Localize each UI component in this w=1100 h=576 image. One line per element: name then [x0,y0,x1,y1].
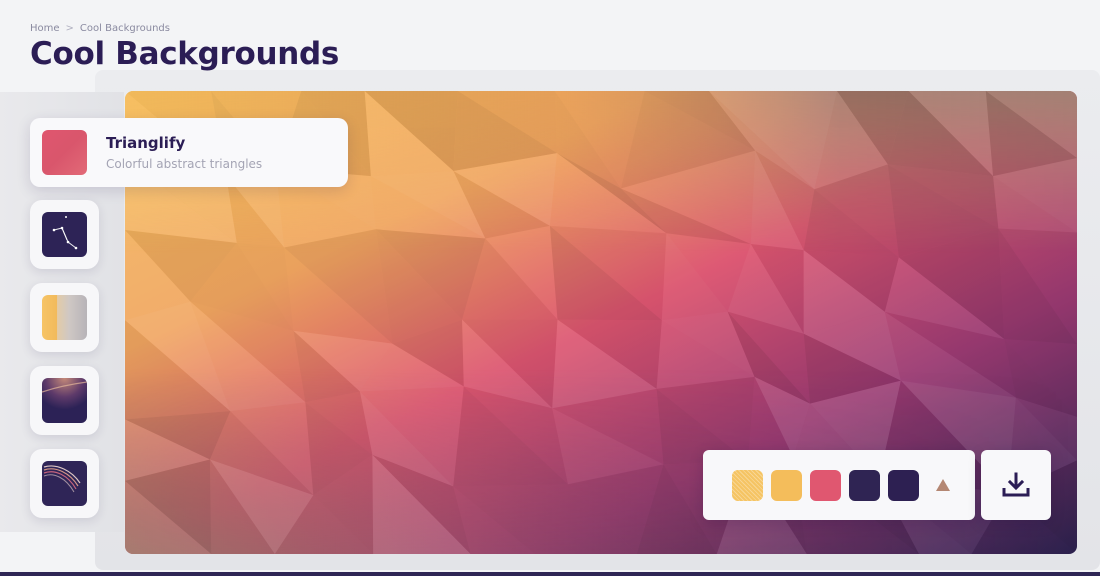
color-chip-5[interactable] [888,469,919,501]
trianglify-swatch-icon [42,130,87,175]
breadcrumb-current: Cool Backgrounds [79,23,170,34]
palette-panel [703,450,975,520]
breadcrumb-separator: > [65,23,74,34]
color-chip-4[interactable] [849,469,880,501]
constellation-swatch-icon [42,212,87,257]
breadcrumb-home-link[interactable]: Home [30,23,60,34]
gradient-topography-swatch-icon [42,295,87,340]
color-chip-1[interactable] [732,469,763,501]
blurry-gradient-swatch-icon [42,378,87,423]
swirl-swatch-icon [42,461,87,506]
generator-thumb-swirl[interactable] [30,449,99,518]
generator-thumb-constellation[interactable] [30,200,99,269]
color-chip-2[interactable] [771,469,802,501]
download-icon [1002,472,1030,497]
generator-thumb-blurry-gradient[interactable] [30,366,99,435]
generator-title: Trianglify [106,134,186,152]
generator-subtitle: Colorful abstract triangles [106,157,263,171]
generator-card-trianglify[interactable]: Trianglify Colorful abstract triangles [30,118,348,187]
triangle-icon[interactable] [933,475,953,495]
color-chip-3[interactable] [810,469,841,501]
page-title: Cool Backgrounds [30,36,340,72]
download-button[interactable] [981,450,1051,520]
bottom-border [0,572,1100,576]
generator-thumb-gradient-topography[interactable] [30,283,99,352]
breadcrumb: Home > Cool Backgrounds [30,23,170,34]
